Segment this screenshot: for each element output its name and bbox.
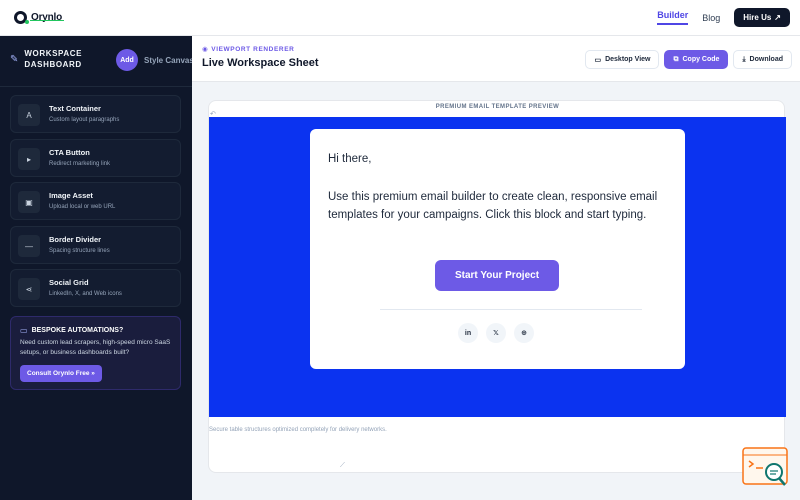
sidebar-divider <box>0 86 192 87</box>
sidebar-title: WORKSPACE DASHBOARD <box>24 49 83 69</box>
promo-title: ▭ BESPOKE AUTOMATIONS? <box>20 326 123 335</box>
divider-icon: — <box>18 235 40 257</box>
sidebar-tabs: Add Style Canvas <box>116 49 194 71</box>
renderer-label: ◉ VIEWPORT RENDERER <box>202 45 295 54</box>
email-canvas[interactable]: Hi there, Use this premium email builder… <box>209 117 786 417</box>
social-icons: in 𝕏 ⊕ <box>458 323 534 343</box>
download-button[interactable]: ⤓ Download <box>733 50 792 69</box>
block-title: Image Asset <box>49 191 93 200</box>
hire-us-label: Hire Us <box>743 13 772 22</box>
email-body-text[interactable]: Use this premium email builder to create… <box>328 188 673 224</box>
main-area: ◉ VIEWPORT RENDERER Live Workspace Sheet… <box>192 36 800 500</box>
feedback-widget-icon[interactable] <box>741 446 789 488</box>
top-nav: Builder Blog Hire Us ↗ <box>657 8 790 27</box>
promo-title-text: BESPOKE AUTOMATIONS? <box>31 327 124 334</box>
copy-icon: ⧉ <box>673 55 679 63</box>
block-text-container[interactable]: A Text Container Custom layout paragraph… <box>10 95 181 133</box>
desktop-view-button[interactable]: ▭ Desktop View <box>585 50 660 69</box>
tab-style-canvas[interactable]: Style Canvas <box>144 56 194 65</box>
copy-code-button[interactable]: ⧉ Copy Code <box>664 50 729 69</box>
logo-mark-icon <box>14 11 29 24</box>
promo-card: ▭ BESPOKE AUTOMATIONS? Need custom lead … <box>10 316 181 390</box>
wand-icon: ✎ <box>10 53 19 65</box>
sidebar-header: ✎ WORKSPACE DASHBOARD <box>10 48 94 70</box>
x-icon[interactable]: 𝕏 <box>486 323 506 343</box>
nav-blog-link[interactable]: Blog <box>702 13 720 23</box>
hire-us-button[interactable]: Hire Us ↗ <box>734 8 790 27</box>
download-icon: ⤓ <box>742 55 746 63</box>
block-social-grid[interactable]: ⋖ Social Grid LinkedIn, X, and Web icons <box>10 269 181 307</box>
consult-button[interactable]: Consult Orynlo Free » <box>20 365 102 382</box>
sidebar: ✎ WORKSPACE DASHBOARD Add Style Canvas A… <box>0 36 194 500</box>
block-subtitle: Spacing structure lines <box>49 248 110 254</box>
action-buttons: ▭ Desktop View ⧉ Copy Code ⤓ Download <box>585 50 792 69</box>
globe-icon[interactable]: ⊕ <box>514 323 534 343</box>
page-title: Live Workspace Sheet <box>202 57 319 69</box>
promo-text: Need custom lead scrapers, high-speed mi… <box>20 339 171 356</box>
canvas-label: PREMIUM EMAIL TEMPLATE PREVIEW <box>435 104 560 110</box>
eye-icon: ◉ <box>202 46 209 53</box>
email-greeting[interactable]: Hi there, <box>328 153 371 165</box>
download-label: Download <box>749 56 783 63</box>
top-header: Orynlo Builder Blog Hire Us ↗ <box>0 0 800 36</box>
block-cta-button[interactable]: ▸ CTA Button Redirect marketing link <box>10 139 181 177</box>
main-header: ◉ VIEWPORT RENDERER Live Workspace Sheet… <box>192 36 800 82</box>
nav-builder-link[interactable]: Builder <box>657 10 689 25</box>
renderer-label-text: VIEWPORT RENDERER <box>211 45 295 53</box>
block-title: Border Divider <box>49 235 102 244</box>
monitor-icon: ▭ <box>594 56 602 64</box>
block-title: Text Container <box>49 104 101 113</box>
desktop-view-label: Desktop View <box>605 56 651 63</box>
arrow-up-right-icon: ↗ <box>774 13 781 22</box>
logo-text: Orynlo <box>31 12 63 23</box>
canvas-card: PREMIUM EMAIL TEMPLATE PREVIEW ↶ Hi ther… <box>208 100 786 473</box>
share-icon: ⋖ <box>18 278 40 300</box>
logo[interactable]: Orynlo <box>14 11 62 24</box>
block-subtitle: Custom layout paragraphs <box>49 117 120 123</box>
footer-note: Secure table structures optimized comple… <box>209 427 387 433</box>
copy-code-label: Copy Code <box>682 56 720 63</box>
laptop-icon: ▭ <box>20 326 28 335</box>
email-card[interactable]: Hi there, Use this premium email builder… <box>310 129 685 369</box>
block-subtitle: Upload local or web URL <box>49 204 116 210</box>
block-border-divider[interactable]: — Border Divider Spacing structure lines <box>10 226 181 264</box>
image-icon: ▣ <box>18 191 40 213</box>
resize-handle-icon[interactable]: ⟋ <box>340 462 345 470</box>
block-image-asset[interactable]: ▣ Image Asset Upload local or web URL <box>10 182 181 220</box>
tab-add[interactable]: Add <box>116 49 138 71</box>
email-divider <box>380 309 642 310</box>
logo-underline <box>30 20 64 21</box>
block-title: CTA Button <box>49 148 90 157</box>
linkedin-icon[interactable]: in <box>458 323 478 343</box>
start-project-button[interactable]: Start Your Project <box>435 260 559 291</box>
cursor-icon: ▸ <box>18 148 40 170</box>
block-subtitle: LinkedIn, X, and Web icons <box>49 291 122 297</box>
block-title: Social Grid <box>49 278 89 287</box>
text-icon: A <box>18 104 40 126</box>
block-subtitle: Redirect marketing link <box>49 161 111 167</box>
